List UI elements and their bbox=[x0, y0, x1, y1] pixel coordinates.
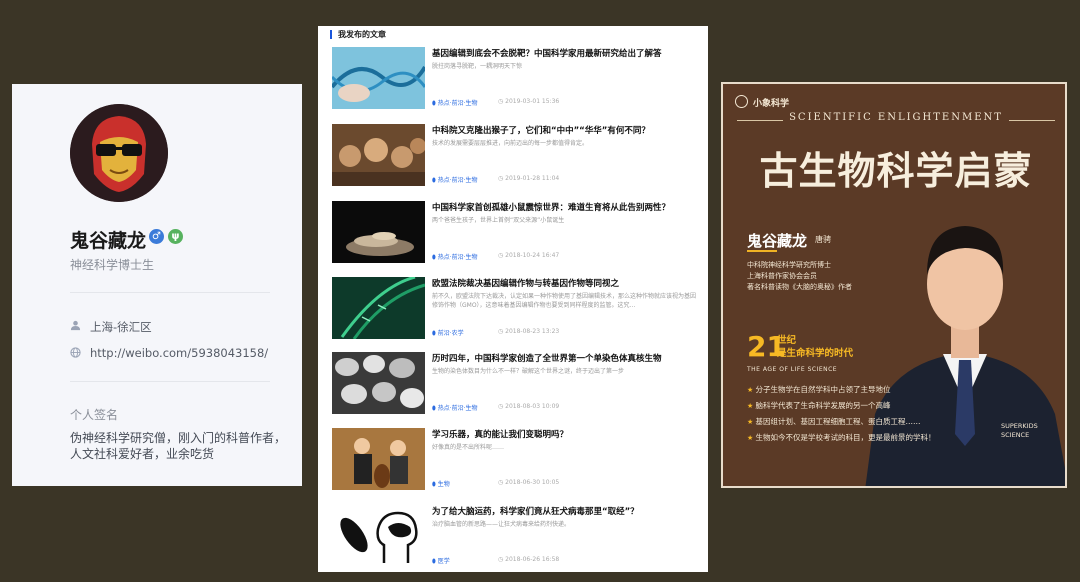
speaker-credentials: 中科院神经科学研究所博士 上海科普作家协会会员 著名科普读物《大脑的奥秘》作者 bbox=[747, 260, 852, 293]
article-tag[interactable]: 热点·前沿·生物 bbox=[432, 98, 478, 108]
article-summary: 好像真的是不出所料呢…… bbox=[432, 444, 505, 451]
article-title[interactable]: 历时四年，中国科学家创造了全世界第一个单染色体真核生物 bbox=[432, 352, 700, 364]
article-title[interactable]: 学习乐器，真的能让我们变聪明吗？ bbox=[432, 428, 700, 440]
article-summary: 技术的发展需要层层推进，向前迈出的每一步都值得肯定。 bbox=[432, 140, 589, 147]
divider bbox=[70, 381, 270, 382]
poster-subtitle: SCIENTIFIC ENLIGHTENMENT bbox=[723, 112, 1065, 123]
signature-text: 伪神经科学研究僧，刚入门的科普作者，人文社科爱好者，业余吃货 bbox=[70, 431, 287, 461]
century-line: 是生命科学的时代 bbox=[777, 348, 854, 359]
avatar[interactable] bbox=[70, 104, 168, 202]
bullet-item: 脑科学代表了生命科学发展的另一个高峰 bbox=[747, 398, 936, 414]
credential: 著名科普读物《大脑的奥秘》作者 bbox=[747, 283, 852, 291]
article-item[interactable]: 中国科学家首创孤雄小鼠震惊世界：难道生育将从此告别两性？ 两个爸爸生孩子，世界上… bbox=[332, 201, 702, 265]
username: 鬼谷藏龙 bbox=[70, 230, 147, 252]
article-title[interactable]: 中科院又克隆出猴子了，它们和“中中”“华华”有何不同？ bbox=[432, 124, 700, 136]
profile-card: 鬼谷藏龙 ♂ ψ 神经科学博士生 上海-徐汇区 http://weibo.com… bbox=[12, 84, 302, 486]
verified-icon: ψ bbox=[168, 229, 183, 244]
articles-heading: 我发布的文章 bbox=[330, 30, 386, 39]
century-text: 世纪 是生命科学的时代 bbox=[777, 334, 853, 360]
age-label: THE AGE OF LIFE SCIENCE bbox=[747, 366, 838, 373]
article-item[interactable]: 学习乐器，真的能让我们变聪明吗？ 好像真的是不出所料呢…… 生物 2018-06… bbox=[332, 428, 702, 492]
brand-footer-line: SCIENCE bbox=[1001, 431, 1030, 439]
user-title: 神经科学博士生 bbox=[70, 258, 155, 272]
article-item[interactable]: 欧盟法院裁决基因编辑作物与转基因作物等同视之 前不久，欧盟法院下达裁决，认定如果… bbox=[332, 277, 702, 341]
article-date: 2018-08-03 10:09 bbox=[498, 403, 559, 410]
credential: 中科院神经科学研究所博士 bbox=[747, 261, 831, 269]
article-item[interactable]: 历时四年，中国科学家创造了全世界第一个单染色体真核生物 生物的染色体数目为什么不… bbox=[332, 352, 702, 416]
article-thumbnail[interactable] bbox=[332, 47, 425, 109]
article-thumbnail[interactable] bbox=[332, 124, 425, 186]
article-title[interactable]: 为了给大脑运药，科学家们竟从狂犬病毒那里“取经”？ bbox=[432, 505, 700, 517]
article-date: 2019-01-28 11:04 bbox=[498, 175, 559, 182]
brand-footer: SUPERKIDS SCIENCE bbox=[1001, 422, 1038, 440]
globe-icon bbox=[70, 347, 81, 358]
bullet-item: 分子生物学在自然学科中占领了主导地位 bbox=[747, 382, 936, 398]
article-tag[interactable]: 热点·前沿·生物 bbox=[432, 252, 478, 262]
poster-subtitle-text: SCIENTIFIC ENLIGHTENMENT bbox=[783, 112, 1009, 123]
article-date: 2018-08-23 13:23 bbox=[498, 328, 559, 335]
article-tag[interactable]: 前沿·农学 bbox=[432, 328, 464, 338]
article-date: 2018-06-30 10:05 bbox=[498, 479, 559, 486]
article-summary: 前不久，欧盟法院下达裁决，认定如果一种作物使用了基因编辑技术，那么这种作物就应该… bbox=[432, 293, 697, 309]
article-tag[interactable]: 热点·前沿·生物 bbox=[432, 403, 478, 413]
article-tag[interactable]: 生物 bbox=[432, 479, 450, 489]
article-thumbnail[interactable] bbox=[332, 277, 425, 339]
accent-line bbox=[747, 250, 777, 252]
location-text: 上海-徐汇区 bbox=[90, 320, 152, 334]
article-title[interactable]: 基因编辑到底会不会脱靶？中国科学家用最新研究给出了解答 bbox=[432, 47, 700, 59]
article-summary: 脱拄岗落寻脱靶，一耦洞明天下惊 bbox=[432, 63, 523, 70]
course-poster: 小象科学 SCIENTIFIC ENLIGHTENMENT 古生物科学启蒙 鬼谷… bbox=[721, 82, 1067, 488]
article-tag[interactable]: 热点·前沿·生物 bbox=[432, 175, 478, 185]
bullet-item: 生物如今不仅是学校考试的科目，更是最前景的学科！ bbox=[747, 430, 936, 446]
article-item[interactable]: 中科院又克隆出猴子了，它们和“中中”“华华”有何不同？ 技术的发展需要层层推进，… bbox=[332, 124, 702, 188]
gender-male-icon: ♂ bbox=[149, 229, 164, 244]
article-thumbnail[interactable] bbox=[332, 428, 425, 490]
article-thumbnail[interactable] bbox=[332, 352, 425, 414]
website-link[interactable]: http://weibo.com/5938043158/ bbox=[90, 346, 268, 360]
article-summary: 治疗脑血管的新思路——让狂犬病毒来给药剂快递。 bbox=[432, 521, 571, 528]
article-date: 2018-10-24 16:47 bbox=[498, 252, 559, 259]
century-line: 世纪 bbox=[777, 335, 797, 346]
article-thumbnail[interactable] bbox=[332, 201, 425, 263]
brand-name: 小象科学 bbox=[753, 99, 790, 109]
poster-bullets: 分子生物学在自然学科中占领了主导地位 脑科学代表了生命科学发展的另一个高峰 基因… bbox=[747, 382, 936, 446]
article-title[interactable]: 欧盟法院裁决基因编辑作物与转基因作物等同视之 bbox=[432, 277, 700, 289]
article-summary: 两个爸爸生孩子，世界上首例“双父来源”小鼠诞生 bbox=[432, 217, 565, 224]
bullet-item: 基因组计划、基因工程细胞工程、蛋白质工程…… bbox=[747, 414, 936, 430]
divider bbox=[70, 292, 270, 293]
article-item[interactable]: 为了给大脑运药，科学家们竟从狂犬病毒那里“取经”？ 治疗脑血管的新思路——让狂犬… bbox=[332, 505, 702, 569]
article-tag[interactable]: 医学 bbox=[432, 556, 450, 566]
speaker-name: 鬼谷藏龙 bbox=[747, 232, 808, 250]
article-thumbnail[interactable] bbox=[332, 505, 425, 567]
article-date: 2019-03-01 15:36 bbox=[498, 98, 559, 105]
poster-title: 古生物科学启蒙 bbox=[759, 148, 1033, 193]
credential: 上海科普作家协会会员 bbox=[747, 272, 817, 280]
article-item[interactable]: 基因编辑到底会不会脱靶？中国科学家用最新研究给出了解答 脱拄岗落寻脱靶，一耦洞明… bbox=[332, 47, 702, 111]
signature-label: 个人签名 bbox=[70, 408, 119, 422]
person-icon bbox=[70, 320, 81, 331]
article-summary: 生物的染色体数目为什么不一样？破解这个世界之谜，终于迈出了第一步 bbox=[432, 368, 625, 375]
brand-logo-icon bbox=[735, 95, 748, 108]
article-date: 2018-06-26 16:58 bbox=[498, 556, 559, 563]
articles-panel: 我发布的文章 基因编辑到底会不会脱靶？中国科学家用最新研究给出了解答 脱拄岗落寻… bbox=[318, 26, 708, 572]
article-title[interactable]: 中国科学家首创孤雄小鼠震惊世界：难道生育将从此告别两性？ bbox=[432, 201, 700, 213]
speaker-real-name: 唐骋 bbox=[815, 235, 831, 244]
brand-footer-line: SUPERKIDS bbox=[1001, 422, 1038, 430]
